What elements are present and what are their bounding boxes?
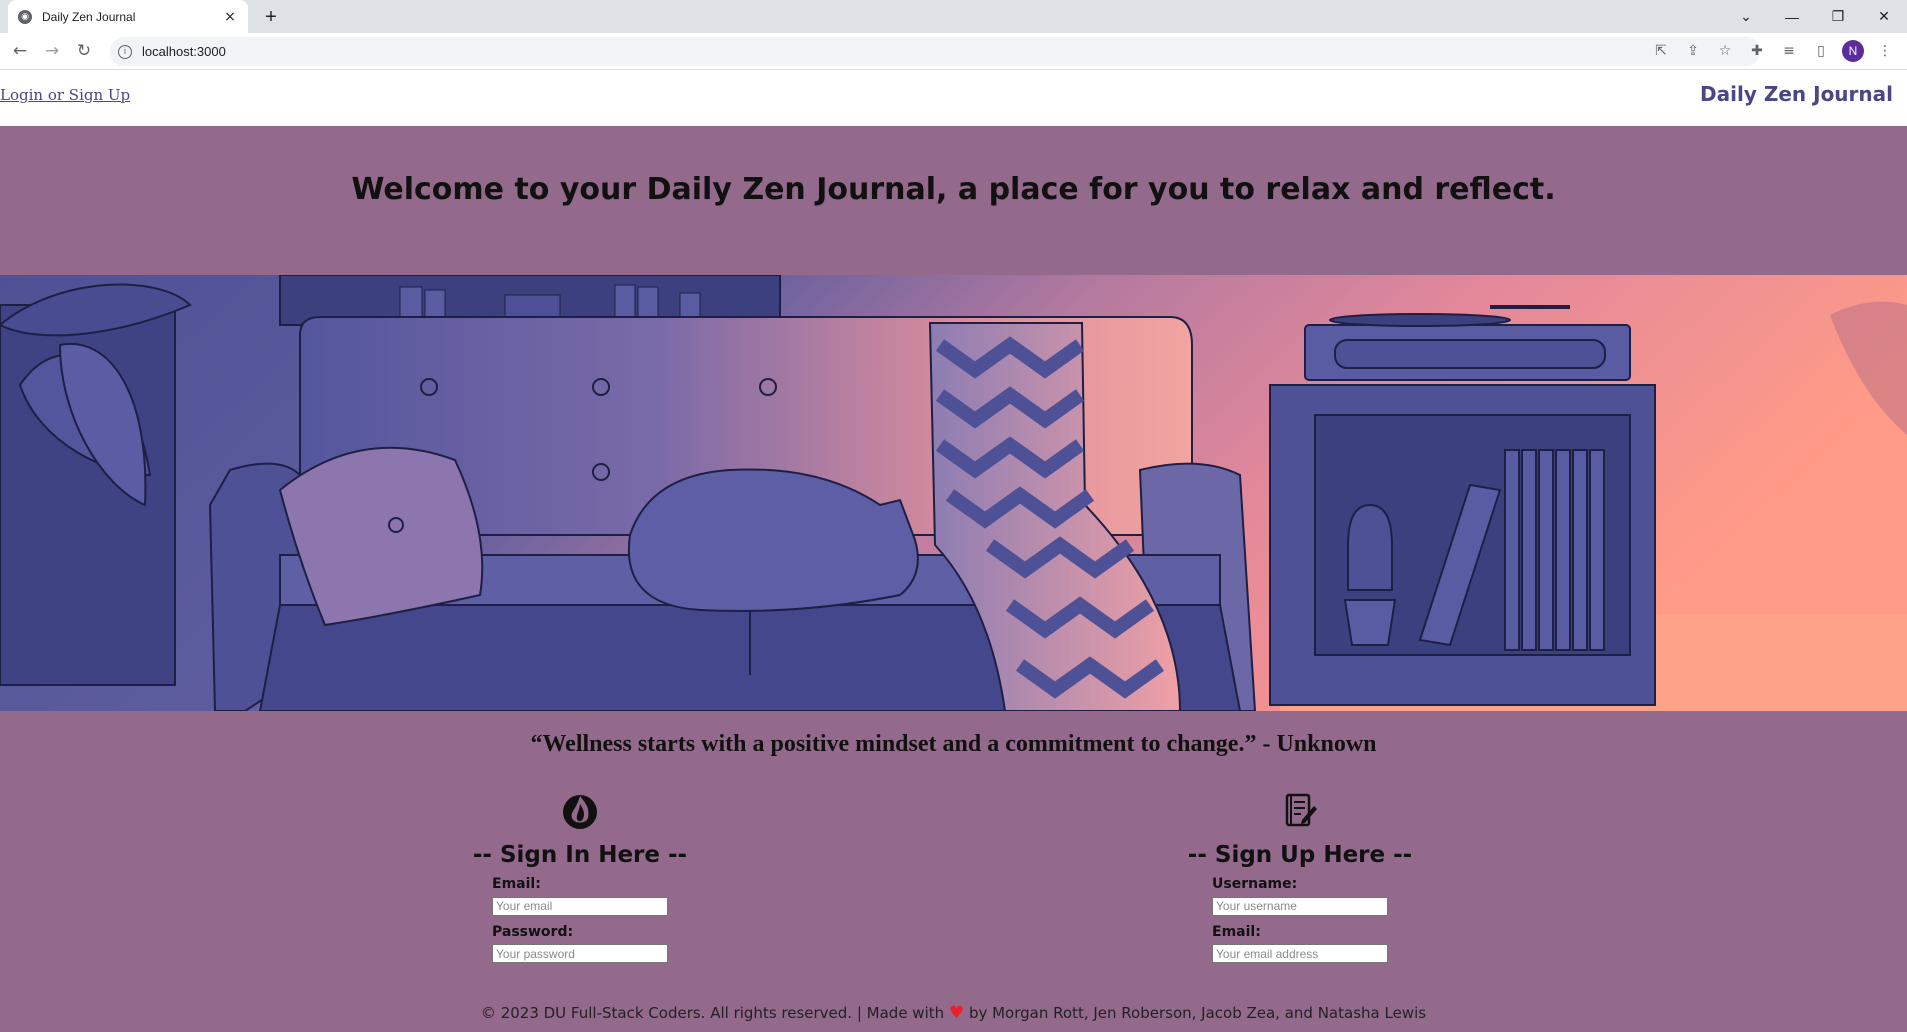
reload-icon[interactable]: ↻ bbox=[72, 39, 96, 63]
sign-up-email-label: Email: bbox=[1212, 923, 1261, 940]
site-footer: © 2023 DU Full-Stack Coders. All rights … bbox=[0, 1003, 1907, 1023]
toolbar-actions: ⇱ ⇪ ☆ ✚ ≡ ▯ N ⋮ bbox=[1645, 39, 1901, 63]
sign-up-username-field: Username: bbox=[1212, 876, 1430, 916]
tab-title: Daily Zen Journal bbox=[42, 9, 136, 24]
sign-up-username-label: Username: bbox=[1212, 876, 1298, 892]
browser-tab-strip: ◉ Daily Zen Journal × + ⌄ — ❐ ✕ bbox=[0, 0, 1907, 33]
url-text: localhost:3000 bbox=[142, 44, 226, 59]
wellness-quote: “Wellness starts with a positive mindset… bbox=[530, 731, 1377, 757]
sign-in-password-input[interactable] bbox=[492, 944, 668, 963]
side-panel-icon[interactable]: ▯ bbox=[1805, 43, 1837, 59]
tab-search-icon[interactable]: ⌄ bbox=[1723, 8, 1769, 25]
page-body: Login or Sign Up Daily Zen Journal Welco… bbox=[0, 70, 1907, 1032]
journal-pen-icon bbox=[1285, 793, 1317, 827]
browser-toolbar: ← → ↻ i localhost:3000 ⇱ ⇪ ☆ ✚ ≡ ▯ N ⋮ bbox=[0, 33, 1907, 70]
minimize-icon[interactable]: — bbox=[1769, 9, 1815, 25]
menu-kebab-icon[interactable]: ⋮ bbox=[1869, 43, 1901, 59]
site-header: Login or Sign Up Daily Zen Journal bbox=[0, 70, 1907, 126]
footer-credits: by Morgan Rott, Jen Roberson, Jacob Zea,… bbox=[968, 1004, 1427, 1022]
sign-in-password-field: Password: bbox=[492, 923, 710, 963]
flame-icon bbox=[563, 795, 597, 829]
extensions-icon[interactable]: ✚ bbox=[1741, 43, 1773, 59]
hero-illustration bbox=[0, 275, 1907, 711]
close-window-icon[interactable]: ✕ bbox=[1861, 8, 1907, 25]
forward-icon[interactable]: → bbox=[40, 39, 64, 63]
reading-list-icon[interactable]: ≡ bbox=[1773, 43, 1805, 59]
new-tab-button[interactable]: + bbox=[258, 4, 284, 30]
sign-in-email-field: Email: bbox=[492, 876, 710, 916]
site-brand: Daily Zen Journal bbox=[1700, 82, 1893, 106]
sign-up-form: -- Sign Up Here -- Username: Email: bbox=[1170, 790, 1430, 963]
sign-up-email-input[interactable] bbox=[1212, 944, 1388, 963]
profile-avatar[interactable]: N bbox=[1842, 40, 1864, 62]
browser-tab[interactable]: ◉ Daily Zen Journal × bbox=[8, 0, 248, 33]
window-controls: ⌄ — ❐ ✕ bbox=[1723, 0, 1907, 33]
site-info-icon[interactable]: i bbox=[118, 44, 132, 59]
sign-in-form: -- Sign In Here -- Email: Password: bbox=[450, 790, 710, 963]
bookmark-star-icon[interactable]: ☆ bbox=[1709, 43, 1741, 59]
sign-in-password-label: Password: bbox=[492, 923, 574, 940]
globe-icon: ◉ bbox=[18, 9, 32, 24]
sign-up-email-field: Email: bbox=[1212, 923, 1430, 963]
sign-in-heading: -- Sign In Here -- bbox=[472, 842, 688, 868]
login-signup-link[interactable]: Login or Sign Up bbox=[0, 86, 130, 104]
sign-in-email-input[interactable] bbox=[492, 896, 668, 916]
heart-icon: ♥ bbox=[948, 1003, 965, 1023]
open-in-app-icon[interactable]: ⇱ bbox=[1645, 43, 1677, 59]
welcome-heading: Welcome to your Daily Zen Journal, a pla… bbox=[351, 172, 1556, 207]
address-bar[interactable]: i localhost:3000 bbox=[110, 37, 1760, 66]
sign-up-username-input[interactable] bbox=[1212, 896, 1388, 916]
sign-in-email-label: Email: bbox=[492, 876, 541, 892]
share-icon[interactable]: ⇪ bbox=[1677, 43, 1709, 59]
back-icon[interactable]: ← bbox=[8, 39, 32, 63]
close-tab-icon[interactable]: × bbox=[222, 9, 238, 25]
sign-up-heading: -- Sign Up Here -- bbox=[1187, 842, 1413, 868]
restore-icon[interactable]: ❐ bbox=[1815, 8, 1861, 25]
footer-copyright: © 2023 DU Full-Stack Coders. All rights … bbox=[480, 1004, 945, 1022]
